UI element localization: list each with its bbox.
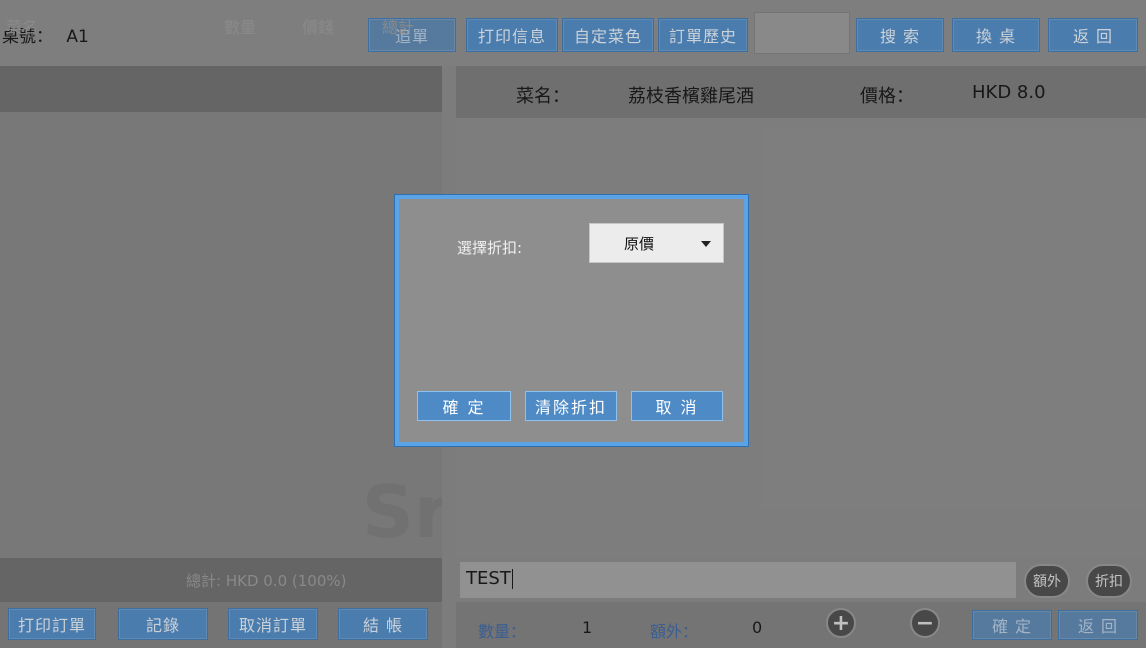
discount-label: 選擇折扣:	[457, 239, 523, 257]
discount-select[interactable]: 原價	[589, 223, 724, 263]
discount-dialog: 選擇折扣: 原價 確 定 清除折扣 取 消	[395, 195, 748, 446]
discount-selected-value: 原價	[624, 234, 655, 253]
dialog-cancel-button[interactable]: 取 消	[631, 391, 723, 421]
dialog-confirm-button[interactable]: 確 定	[417, 391, 511, 421]
clear-discount-button[interactable]: 清除折扣	[525, 391, 617, 421]
dropdown-arrow-icon	[701, 241, 711, 247]
